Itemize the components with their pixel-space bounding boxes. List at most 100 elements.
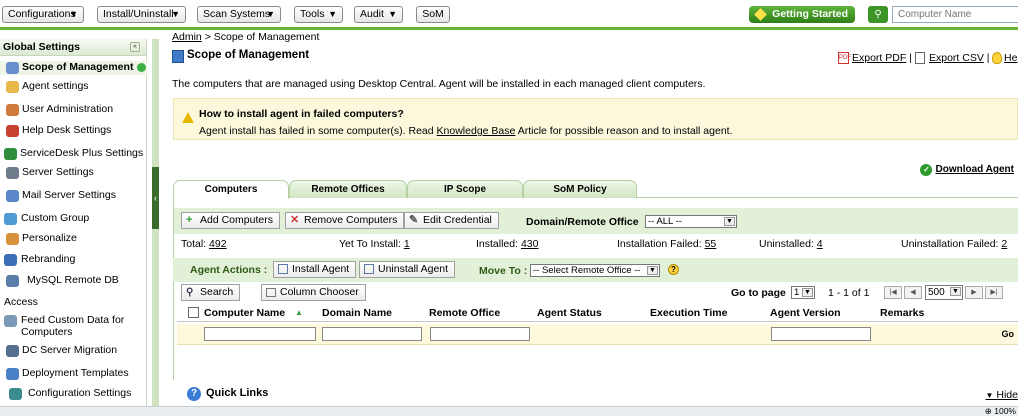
move-to-select[interactable]: -- Select Remote Office -- ▼ [530,264,660,277]
warning-text: Agent install has failed in some compute… [199,125,733,137]
install-agent-button[interactable]: Install Agent [273,261,357,278]
domain-remote-office-label: Domain/Remote Office [526,216,639,228]
uninstall-agent-button[interactable]: Uninstall Agent [359,261,456,278]
sidebar-item-mysql-access-line[interactable]: Access [0,296,147,310]
stat-yet-to-install-link[interactable]: 1 [404,238,410,250]
computer-icon [6,62,19,74]
tab-som-policy[interactable]: SoM Policy [523,180,637,198]
search-icon[interactable]: ⚲ [868,6,888,23]
sidebar-item-configuration-settings[interactable]: Configuration Settings [0,387,147,401]
sidebar-item-feed-custom-data[interactable]: Feed Custom Data for Computers [0,314,147,340]
som-button[interactable]: SoM [416,6,450,23]
collapse-icon[interactable]: « [130,42,140,52]
column-remarks[interactable]: Remarks [880,307,924,319]
add-computers-button[interactable]: + Add Computers [181,212,280,229]
stat-label: Installation Failed: [617,238,702,250]
sidebar-item-label: Help Desk Settings [22,124,112,136]
page-title: Scope of Management [172,49,309,63]
sidebar: Global Settings « Scope of Management Age… [0,39,147,406]
sidebar-item-label: Custom Group [21,212,90,224]
sidebar-item-label: Scope of Management [22,61,134,73]
scan-systems-menu[interactable]: Scan Systems ▼ [197,6,281,23]
remote-office-filter[interactable] [430,327,530,341]
agent-version-filter[interactable] [771,327,871,341]
column-remote-office[interactable]: Remote Office [429,307,500,319]
chevron-down-icon: ▼ [950,287,961,296]
zoom-indicator[interactable]: ⊕ 100% [985,407,1016,416]
tab-ip-scope[interactable]: IP Scope [407,180,523,198]
warning-banner: How to install agent in failed computers… [173,98,1018,140]
sidebar-item-deployment-templates[interactable]: Deployment Templates [0,367,147,381]
page-description: The computers that are managed using Des… [172,78,706,90]
filter-go-link[interactable]: Go [1002,329,1015,339]
page-select[interactable]: 1 ▼ [791,286,815,299]
download-agent-link[interactable]: ✓ Download Agent [920,164,1014,176]
question-icon: ? [187,387,201,401]
stat-total-link[interactable]: 492 [209,238,227,250]
domain-remote-office-select[interactable]: -- ALL -- ▼ [645,215,737,228]
audit-menu[interactable]: Audit ▼ [354,6,403,23]
sidebar-item-agent-settings[interactable]: Agent settings [0,80,147,94]
column-agent-version[interactable]: Agent Version [770,307,841,319]
sidebar-item-server-settings[interactable]: Server Settings [0,166,147,180]
configurations-menu[interactable]: Configurations ▼ [2,6,84,23]
tab-remote-offices[interactable]: Remote Offices [289,180,407,198]
stat-installation-failed-link[interactable]: 55 [705,238,717,250]
main-content: Admin > Scope of Management Scope of Man… [164,30,1018,406]
sidebar-item-scope-of-management[interactable]: Scope of Management [0,61,147,75]
sidebar-item-user-administration[interactable]: User Administration [0,103,147,117]
previous-page-icon[interactable]: ◀ [904,286,922,299]
column-computer-name[interactable]: Computer Name [204,307,285,319]
domain-name-filter[interactable] [322,327,422,341]
breadcrumb-separator: > [204,31,211,43]
export-pdf-link[interactable]: PDF Export PDF | [837,52,912,64]
stat-label: Yet To Install: [339,238,401,250]
last-page-icon[interactable]: ▶| [985,286,1003,299]
stat-uninstalled-link[interactable]: 4 [817,238,823,250]
sidebar-item-servicedesk-plus-settings[interactable]: ServiceDesk Plus Settings [0,147,147,161]
select-all-checkbox[interactable] [188,307,199,318]
search-button-label: Search [200,286,234,298]
sidebar-item-dc-server-migration[interactable]: DC Server Migration [0,344,147,358]
tools-menu[interactable]: Tools ▼ [294,6,343,23]
first-page-icon[interactable]: |◀ [884,286,902,299]
collapse-sidebar-handle[interactable]: ‹ [152,167,159,229]
sidebar-splitter[interactable]: ‹ [152,39,159,406]
breadcrumb-admin-link[interactable]: Admin [172,31,202,43]
column-execution-time[interactable]: Execution Time [650,307,727,319]
stat-installation-failed: Installation Failed: 55 [617,238,716,250]
tab-computers[interactable]: Computers [173,180,289,199]
pdf-icon: PDF [838,52,851,64]
sidebar-item-personalize[interactable]: Personalize [0,232,147,246]
config-icon [9,388,22,400]
rows-per-page-select[interactable]: 500 ▼ [925,285,963,300]
stat-uninstallation-failed-link[interactable]: 2 [1001,238,1007,250]
stat-installed-link[interactable]: 430 [521,238,539,250]
remove-computers-button[interactable]: ✕ Remove Computers [285,212,405,229]
help-icon[interactable]: ? [668,264,679,275]
sidebar-item-label: Agent settings [22,80,89,92]
getting-started-button[interactable]: Getting Started [749,6,855,23]
install-uninstall-menu[interactable]: Install/Uninstall ▼ [97,6,186,23]
sidebar-item-mail-server-settings[interactable]: Mail Server Settings [0,189,147,203]
hide-quick-links-link[interactable]: ▼ Hide [986,389,1018,401]
export-csv-link[interactable]: Export CSV | [914,52,990,64]
knowledge-base-link[interactable]: Knowledge Base [437,125,516,137]
sidebar-item-rebranding[interactable]: Rebranding [0,253,147,267]
computer-name-filter[interactable] [204,327,316,341]
search-button[interactable]: ⚲ Search [181,284,241,301]
computer-search-input[interactable] [892,6,1018,23]
sidebar-item-help-desk-settings[interactable]: Help Desk Settings [0,124,147,138]
sidebar-item-custom-group[interactable]: Custom Group [0,212,147,226]
column-agent-status[interactable]: Agent Status [537,307,602,319]
column-chooser-button[interactable]: Column Chooser [261,284,366,301]
sort-ascending-icon[interactable]: ▲ [295,308,303,317]
next-page-icon[interactable]: ▶ [965,286,983,299]
zoom-value: 100% [994,406,1016,416]
edit-credential-button[interactable]: ✎ Edit Credential [404,212,499,229]
download-agent-label: Download Agent [935,164,1014,175]
sidebar-item-mysql-remote-db-label[interactable]: MySQL Remote DB [0,274,147,288]
column-domain-name[interactable]: Domain Name [322,307,392,319]
help-link[interactable]: He [990,52,1017,64]
quick-links-section: ? Quick Links ▼ Hide [173,378,1018,406]
